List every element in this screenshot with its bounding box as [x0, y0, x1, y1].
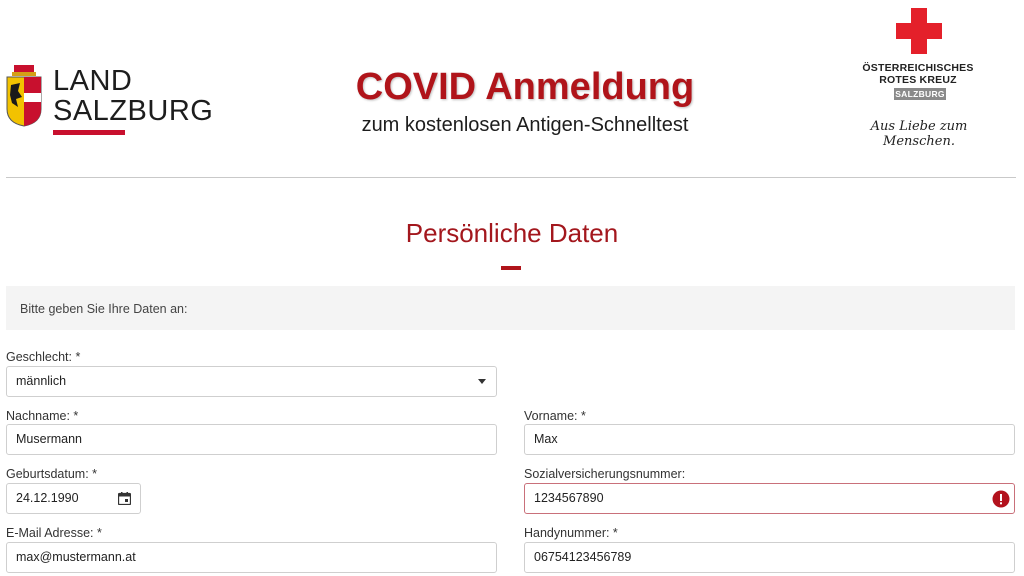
land-logo-underline — [53, 130, 125, 135]
land-salzburg-logo: LAND SALZBURG — [6, 60, 216, 140]
email-value: max@mustermann.at — [16, 550, 136, 564]
phone-label: Handynummer: * — [524, 526, 618, 540]
birthdate-label: Geburtsdatum: * — [6, 467, 98, 481]
lastname-value: Musermann — [16, 432, 82, 446]
email-label: E-Mail Adresse: * — [6, 526, 102, 540]
ssn-value: 1234567890 — [534, 491, 604, 505]
phone-field[interactable]: 06754123456789 — [524, 542, 1015, 573]
gender-label: Geschlecht: * — [6, 350, 81, 364]
calendar-icon[interactable] — [118, 492, 131, 505]
lastname-label: Nachname: * — [6, 409, 79, 423]
gender-select-value: männlich — [16, 374, 67, 388]
firstname-value: Max — [534, 432, 558, 446]
page-title: COVID Anmeldung — [355, 66, 695, 108]
info-box: Bitte geben Sie Ihre Daten an: — [6, 286, 1015, 330]
land-logo-line1: LAND — [53, 65, 133, 97]
red-cross-icon — [896, 8, 942, 54]
title-block: COVID Anmeldung zum kostenlosen Antigen-… — [300, 64, 750, 138]
firstname-field[interactable]: Max — [524, 424, 1015, 455]
error-icon — [992, 490, 1010, 508]
header-divider — [6, 177, 1016, 178]
birthdate-value: 24.12.1990 — [16, 491, 79, 505]
rk-slogan: Aus Liebe zum Menschen. — [870, 119, 968, 149]
rk-logo-line1: ÖSTERREICHISCHES — [862, 62, 974, 74]
section-title-underline — [501, 266, 521, 270]
ssn-field[interactable]: 1234567890 — [524, 483, 1015, 514]
gender-select[interactable]: männlich — [6, 366, 497, 397]
page-subtitle: zum kostenlosen Antigen-Schnelltest — [361, 114, 689, 136]
rk-logo-line2: ROTES KREUZ — [879, 74, 957, 86]
chevron-down-icon — [478, 379, 486, 384]
birthdate-field[interactable]: 24.12.1990 — [6, 483, 141, 514]
ssn-label: Sozialversicherungsnummer: — [524, 467, 686, 481]
land-logo-line2: SALZBURG — [53, 95, 214, 127]
rk-logo-badge: SALZBURG — [894, 88, 946, 100]
section-title: Persönliche Daten — [405, 218, 619, 248]
firstname-label: Vorname: * — [524, 409, 586, 423]
email-field[interactable]: max@mustermann.at — [6, 542, 497, 573]
rotes-kreuz-logo: ÖSTERREICHISCHES ROTES KREUZ SALZBURG Au… — [848, 5, 998, 149]
lastname-field[interactable]: Musermann — [6, 424, 497, 455]
info-text: Bitte geben Sie Ihre Daten an: — [20, 302, 188, 316]
salzburg-crest-icon — [6, 65, 42, 127]
phone-value: 06754123456789 — [534, 550, 632, 564]
page-header: LAND SALZBURG COVID Anmeldung zum kosten… — [0, 0, 1024, 178]
land-salzburg-wordmark: LAND SALZBURG — [53, 66, 213, 126]
